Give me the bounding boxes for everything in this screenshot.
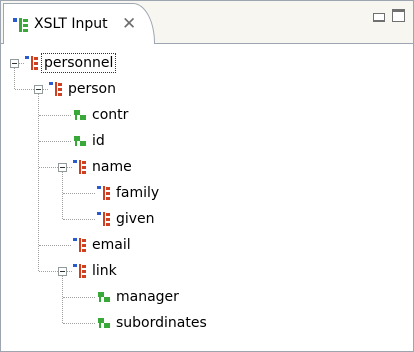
- tree-connector-line: [39, 167, 58, 168]
- tree-node-label: name: [92, 159, 132, 175]
- tree-connector-line: [63, 323, 95, 324]
- tab-title: XSLT Input: [34, 16, 108, 32]
- minimize-icon[interactable]: [373, 13, 385, 22]
- tree-node-label: person: [68, 81, 116, 97]
- element-icon: [97, 186, 110, 200]
- element-icon: [25, 56, 38, 70]
- view-tab-bar: XSLT Input ✕: [1, 1, 413, 44]
- collapse-toggle-icon[interactable]: [10, 59, 19, 68]
- tree-connector-line: [15, 89, 34, 90]
- tab-xslt-input[interactable]: XSLT Input ✕: [3, 3, 155, 44]
- tree-node-label: given: [116, 211, 155, 227]
- tree-node-label: personnel: [40, 53, 117, 73]
- tree-node-label: email: [92, 237, 131, 253]
- tree-panel: personnel person contr id name family given ema…: [2, 44, 412, 350]
- tree-connector-line: [39, 271, 58, 272]
- xslt-input-view: XSLT Input ✕ personnel person contr id name f…: [0, 0, 414, 352]
- tree-node-label: id: [92, 133, 105, 149]
- element-icon: [49, 82, 62, 96]
- tree-node-label: manager: [116, 289, 179, 305]
- element-icon: [97, 212, 110, 226]
- attribute-icon: [74, 110, 86, 120]
- collapse-toggle-icon[interactable]: [58, 267, 67, 276]
- tree-connector-line: [38, 89, 39, 271]
- element-icon: [73, 160, 86, 174]
- tree-node-label: family: [116, 185, 160, 201]
- collapse-toggle-icon[interactable]: [58, 163, 67, 172]
- collapse-toggle-icon[interactable]: [34, 85, 43, 94]
- tree-connector-line: [63, 193, 95, 194]
- xml-tree-icon: [13, 18, 28, 32]
- tree-connector-line: [63, 297, 95, 298]
- tree-connector-line: [39, 245, 71, 246]
- close-icon[interactable]: ✕: [122, 14, 136, 34]
- attribute-icon: [74, 136, 86, 146]
- attribute-icon: [98, 292, 110, 302]
- tree-node-label: subordinates: [116, 315, 207, 331]
- attribute-icon: [98, 318, 110, 328]
- tree-connector-line: [39, 141, 71, 142]
- tree-connector-line: [63, 219, 95, 220]
- tree-connector-line: [39, 115, 71, 116]
- tree-node-label: link: [92, 263, 117, 279]
- element-icon: [73, 264, 86, 278]
- maximize-icon[interactable]: [392, 9, 405, 22]
- tree-node-label: contr: [92, 107, 129, 123]
- element-icon: [73, 238, 86, 252]
